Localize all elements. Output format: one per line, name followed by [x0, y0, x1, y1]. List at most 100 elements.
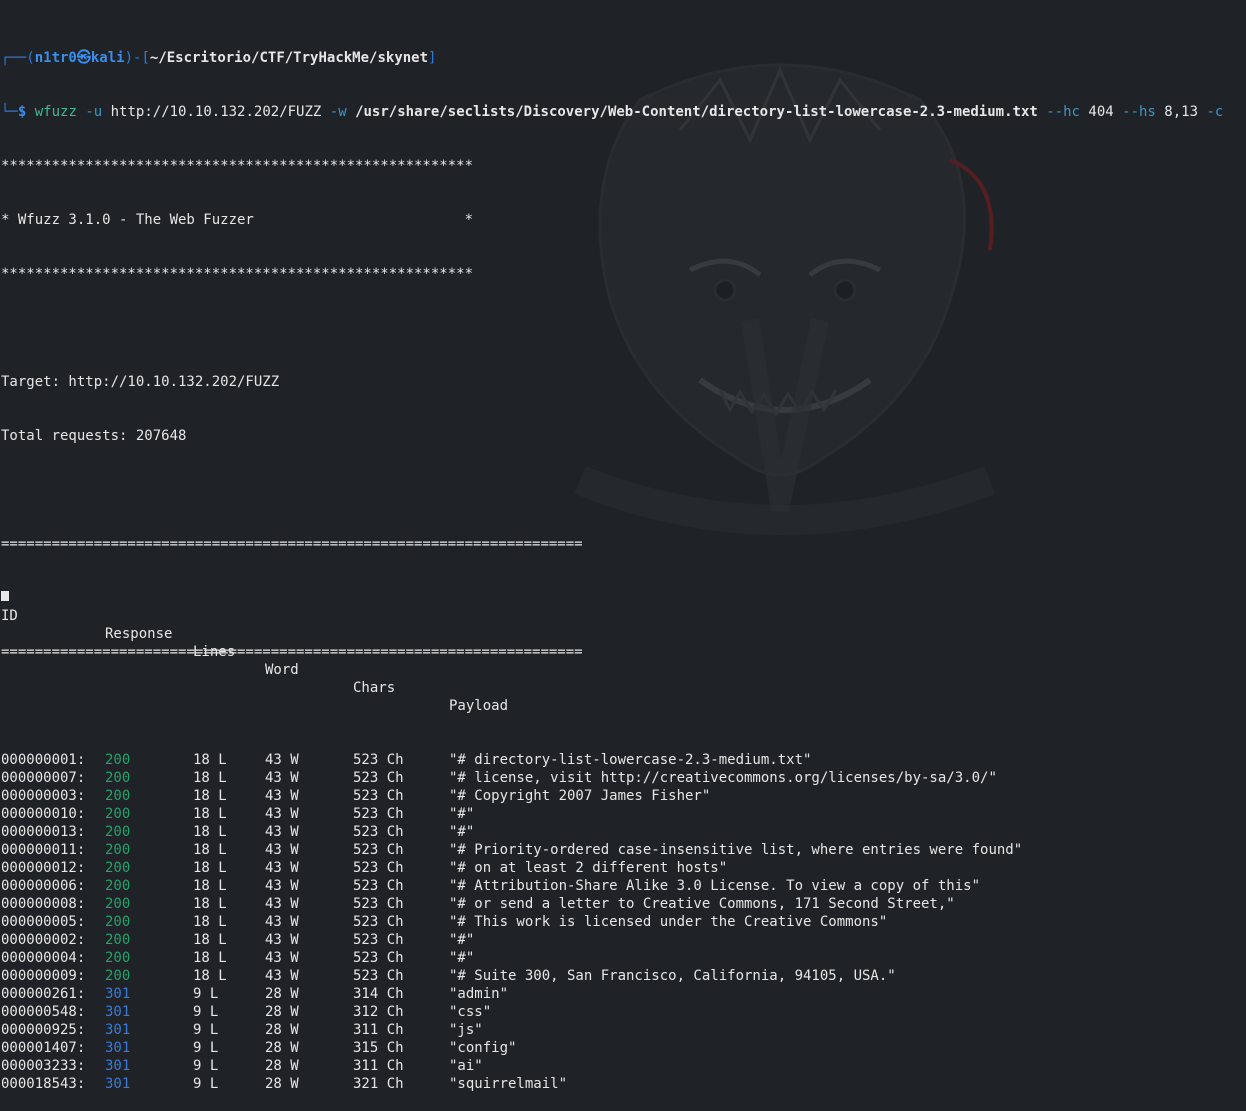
- result-status: 200: [105, 842, 131, 858]
- result-payload: "ai": [449, 1058, 483, 1074]
- result-status: 200: [105, 860, 131, 876]
- result-chars: 311 Ch: [353, 1022, 404, 1038]
- table-row: 000000002: 200 18 L 43 W 523 Ch "#": [1, 931, 1223, 949]
- result-lines: 9 L: [193, 1058, 219, 1074]
- separator-top: ========================================…: [1, 536, 583, 552]
- flag-u: -u: [85, 104, 103, 120]
- result-id: 000000006:: [1, 878, 86, 894]
- table-row: 000001407: 301 9 L 28 W 315 Ch "config": [1, 1039, 1223, 1057]
- table-row: 000000007: 200 18 L 43 W 523 Ch "# license, v…: [1, 769, 1223, 787]
- result-chars: 523 Ch: [353, 968, 404, 984]
- result-words: 28 W: [265, 1022, 299, 1038]
- result-payload: "js": [449, 1022, 483, 1038]
- table-row: 000000001: 200 18 L 43 W 523 Ch "# directory-…: [1, 751, 1223, 769]
- result-status: 301: [105, 986, 131, 1002]
- banner-stars-top: ****************************************…: [1, 158, 474, 174]
- result-chars: 523 Ch: [353, 824, 404, 840]
- result-words: 28 W: [265, 986, 299, 1002]
- result-lines: 9 L: [193, 1040, 219, 1056]
- result-lines: 18 L: [193, 932, 227, 948]
- result-chars: 523 Ch: [353, 914, 404, 930]
- result-payload: "squirrelmail": [449, 1076, 568, 1092]
- target-line: Target: http://10.10.132.202/FUZZ: [1, 374, 280, 390]
- table-row: 000000012: 200 18 L 43 W 523 Ch "# on at leas…: [1, 859, 1223, 877]
- result-lines: 18 L: [193, 950, 227, 966]
- result-words: 43 W: [265, 878, 299, 894]
- header-response: Response: [105, 626, 173, 642]
- prompt-at-icon: ㉿: [76, 50, 91, 66]
- result-chars: 312 Ch: [353, 1004, 404, 1020]
- result-status: 301: [105, 1058, 131, 1074]
- result-status: 200: [105, 878, 131, 894]
- result-status: 200: [105, 806, 131, 822]
- result-chars: 311 Ch: [353, 1058, 404, 1074]
- table-header: ID Response Lines Word Chars Payload: [1, 589, 1223, 714]
- flag-c: -c: [1206, 104, 1224, 120]
- terminal-output: ┌──(n1tr0㉿kali)-[~/Escritorio/CTF/TryHac…: [1, 13, 1223, 1111]
- result-status: 301: [105, 1022, 131, 1038]
- prompt-host: kali: [90, 50, 125, 66]
- result-words: 43 W: [265, 950, 299, 966]
- result-lines: 18 L: [193, 824, 227, 840]
- result-id: 000000925:: [1, 1022, 86, 1038]
- result-words: 43 W: [265, 896, 299, 912]
- result-lines: 18 L: [193, 806, 227, 822]
- result-id: 000003233:: [1, 1058, 86, 1074]
- result-payload: "config": [449, 1040, 517, 1056]
- header-word: Word: [265, 662, 299, 678]
- table-row: 000003233: 301 9 L 28 W 311 Ch "ai": [1, 1057, 1223, 1075]
- result-id: 000018543:: [1, 1076, 86, 1092]
- result-id: 000000012:: [1, 860, 86, 876]
- result-chars: 523 Ch: [353, 878, 404, 894]
- result-lines: 18 L: [193, 878, 227, 894]
- table-row: 000000005: 200 18 L 43 W 523 Ch "# This work …: [1, 913, 1223, 931]
- result-payload: "# on at least 2 different hosts": [449, 860, 728, 876]
- prompt-dollar: $: [17, 104, 27, 120]
- prompt-box-bottom: └─: [1, 104, 18, 120]
- result-payload: "# license, visit http://creativecommons…: [449, 770, 997, 786]
- result-words: 43 W: [265, 752, 299, 768]
- header-lines: Lines: [193, 644, 236, 660]
- separator-bottom: ========================================…: [1, 644, 583, 660]
- result-chars: 315 Ch: [353, 1040, 404, 1056]
- result-chars: 523 Ch: [353, 932, 404, 948]
- result-id: 000000261:: [1, 986, 86, 1002]
- table-row: 000000004: 200 18 L 43 W 523 Ch "#": [1, 949, 1223, 967]
- table-row: 000000548: 301 9 L 28 W 312 Ch "css": [1, 1003, 1223, 1021]
- result-payload: "#": [449, 824, 475, 840]
- result-lines: 18 L: [193, 752, 227, 768]
- result-words: 43 W: [265, 914, 299, 930]
- prompt-user: n1tr0: [34, 50, 77, 66]
- table-row: 000000010: 200 18 L 43 W 523 Ch "#": [1, 805, 1223, 823]
- terminal-cursor[interactable]: [1, 591, 9, 601]
- result-chars: 314 Ch: [353, 986, 404, 1002]
- result-payload: "# or send a letter to Creative Commons,…: [449, 896, 955, 912]
- table-row: 000000261: 301 9 L 28 W 314 Ch "admin": [1, 985, 1223, 1003]
- table-row: 000000013: 200 18 L 43 W 523 Ch "#": [1, 823, 1223, 841]
- result-words: 43 W: [265, 842, 299, 858]
- command-url: http://10.10.132.202/FUZZ: [110, 104, 322, 120]
- result-lines: 18 L: [193, 788, 227, 804]
- result-lines: 18 L: [193, 770, 227, 786]
- result-lines: 9 L: [193, 1022, 219, 1038]
- prompt-bracket: ]: [428, 50, 437, 66]
- result-words: 43 W: [265, 968, 299, 984]
- prompt-path: ~/Escritorio/CTF/TryHackMe/skynet: [149, 50, 429, 66]
- table-row: 000000011: 200 18 L 43 W 523 Ch "# Priority-o…: [1, 841, 1223, 859]
- result-payload: "# Attribution-Share Alike 3.0 License. …: [449, 878, 981, 894]
- result-id: 000001407:: [1, 1040, 86, 1056]
- result-words: 43 W: [265, 806, 299, 822]
- command-wordlist: /usr/share/seclists/Discovery/Web-Conten…: [355, 104, 1038, 120]
- banner-title: * Wfuzz 3.1.0 - The Web Fuzzer *: [1, 212, 474, 228]
- result-id: 000000010:: [1, 806, 86, 822]
- flag-w: -w: [329, 104, 347, 120]
- result-id: 000000005:: [1, 914, 86, 930]
- table-row: 000000925: 301 9 L 28 W 311 Ch "js": [1, 1021, 1223, 1039]
- result-id: 000000002:: [1, 932, 86, 948]
- result-id: 000000008:: [1, 896, 86, 912]
- result-id: 000000009:: [1, 968, 86, 984]
- result-status: 200: [105, 968, 131, 984]
